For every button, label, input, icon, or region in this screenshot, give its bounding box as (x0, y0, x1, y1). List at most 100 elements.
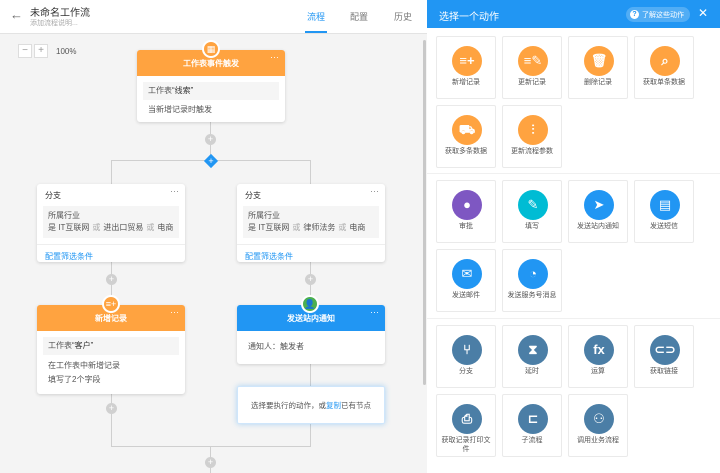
action-label: 更新流程参数 (511, 148, 553, 155)
action-label: 发送站内通知 (577, 223, 619, 230)
sheet-name: “客户” (72, 341, 94, 350)
add-node-button[interactable]: + (205, 457, 216, 468)
action-tile-search[interactable]: ⌕ 获取单条数据 (634, 36, 694, 99)
group-divider (427, 318, 720, 319)
tab-config[interactable]: 配置 (350, 10, 368, 23)
condition-values: 是 IT互联网或律师法务或电商 (248, 222, 374, 234)
tab-history[interactable]: 历史 (394, 10, 412, 23)
action-label: 获取记录打印文件 (441, 437, 491, 453)
connector-line (111, 394, 112, 446)
action-group-flow: ⑂ 分支 ⧗ 延时 fx 运算 ⊂⊃ 获取链接 ⎙ 获取记录打印文件 ⊏ 子流程 ⚇ 调用业务流程 (436, 325, 694, 457)
action-label: 调用业务流程 (577, 437, 619, 444)
or-label: 或 (292, 223, 301, 232)
action-tile-approver[interactable]: ● 审批 (436, 180, 496, 243)
node-more-icon[interactable]: ··· (170, 298, 179, 326)
action-label: 获取链接 (650, 368, 678, 375)
node-more-icon[interactable]: ··· (170, 186, 179, 196)
condition-value: 电商 (157, 223, 174, 232)
canvas-scrollbar[interactable] (423, 40, 426, 385)
branch-title: 分支 (45, 191, 61, 200)
mail-icon: ✉ (452, 259, 482, 289)
notify-recipient: 通知人：触发者 (248, 342, 304, 351)
or-label: 或 (92, 223, 101, 232)
workflow-header: ← 未命名工作流 添加流程说明... 流程 配置 历史 (0, 0, 427, 34)
action-tile-printer[interactable]: ⎙ 获取记录打印文件 (436, 394, 496, 457)
workflow-canvas[interactable]: − + 100% + + + + + + 工作表事件触发 ··· 工作表“线索”… (0, 34, 427, 473)
fx-icon: fx (584, 335, 614, 365)
back-arrow-icon[interactable]: ← (10, 8, 23, 21)
action-tile-edit-record[interactable]: ≡✎ 更新记录 (502, 36, 562, 99)
action-tile-subflow[interactable]: ⊏ 子流程 (502, 394, 562, 457)
process-icon: ⚇ (584, 404, 614, 434)
action-tile-sms[interactable]: ▤ 发送短信 (634, 180, 694, 243)
add-record-line-1: 在工作表中新增记录 (48, 361, 120, 370)
notify-node-title: 发送站内通知 (287, 314, 335, 323)
add-node-button[interactable]: + (106, 274, 117, 285)
action-tile-branch[interactable]: ⑂ 分支 (436, 325, 496, 388)
condition-operator: 是 (48, 223, 56, 232)
action-tile-link[interactable]: ⊂⊃ 获取链接 (634, 325, 694, 388)
tab-flow[interactable]: 流程 (307, 10, 325, 23)
add-node-button[interactable]: + (305, 274, 316, 285)
add-node-button[interactable]: + (106, 403, 117, 414)
panel-title: 选择一个动作 (439, 12, 499, 23)
trigger-node-title: 工作表事件触发 (183, 59, 239, 68)
workflow-description[interactable]: 添加流程说明... (30, 18, 78, 28)
action-tile-fx[interactable]: fx 运算 (568, 325, 628, 388)
sms-icon: ▤ (650, 190, 680, 220)
trigger-description: 当新增记录时触发 (148, 105, 212, 114)
or-label: 或 (146, 223, 155, 232)
active-tab-indicator (305, 31, 327, 33)
trigger-sheet-info: 工作表“线索” (143, 82, 279, 100)
branch-node-2[interactable]: 分支 ··· 所属行业 是 IT互联网或律师法务或电商 配置筛选条件 (237, 184, 385, 262)
node-more-icon[interactable]: ··· (370, 186, 379, 196)
configure-filter-link[interactable]: 配置筛选条件 (37, 244, 185, 268)
node-more-icon[interactable]: ··· (370, 298, 379, 326)
action-tile-add-record[interactable]: ≡+ 新增记录 (436, 36, 496, 99)
send-icon: ➤ (584, 190, 614, 220)
select-action-placeholder[interactable]: 选择要执行的动作，或复制已有节点 (237, 386, 385, 424)
hint-text: 选择要执行的动作，或 (251, 401, 326, 410)
action-tile-hourglass[interactable]: ⧗ 延时 (502, 325, 562, 388)
approver-icon: ● (452, 190, 482, 220)
configure-filter-link[interactable]: 配置筛选条件 (237, 244, 385, 268)
truck-icon: ⛟ (452, 115, 482, 145)
notify-node[interactable]: 发送站内通知 ··· 通知人：触发者 (237, 305, 385, 364)
sheet-label: 工作表 (48, 341, 72, 350)
action-tile-trash[interactable]: 🗑 删除记录 (568, 36, 628, 99)
sheet-label: 工作表 (148, 86, 172, 95)
close-icon[interactable]: ✕ (698, 6, 708, 20)
branch-node-1[interactable]: 分支 ··· 所属行业 是 IT互联网或进出口贸易或电商 配置筛选条件 (37, 184, 185, 262)
action-tile-truck[interactable]: ⛟ 获取多条数据 (436, 105, 496, 168)
action-label: 新增记录 (452, 79, 480, 86)
table-icon: ▦ (202, 40, 220, 58)
action-tile-pen[interactable]: ✎ 填写 (502, 180, 562, 243)
learn-actions-button[interactable]: ? 了解这些动作 (626, 7, 690, 22)
action-group-data: ≡+ 新增记录 ≡✎ 更新记录 🗑 删除记录 ⌕ 获取单条数据 ⛟ 获取多条数据 ⫶ 更新流程参数 (436, 36, 694, 168)
add-node-button[interactable]: + (205, 134, 216, 145)
user-icon: 👤 (301, 295, 319, 313)
branch-header: 分支 ··· (237, 184, 385, 204)
action-label: 发送短信 (650, 223, 678, 230)
copy-node-link[interactable]: 复制 (326, 401, 341, 410)
zoom-in-button[interactable]: + (34, 44, 48, 58)
trigger-node[interactable]: 工作表事件触发 ··· 工作表“线索” 当新增记录时触发 (137, 50, 285, 122)
action-tile-wechat[interactable]: ◔ 发送服务号消息 (502, 249, 562, 312)
action-label: 填写 (525, 223, 539, 230)
condition-values: 是 IT互联网或进出口贸易或电商 (48, 222, 174, 234)
zoom-out-button[interactable]: − (18, 44, 32, 58)
sliders-icon: ⫶ (518, 115, 548, 145)
pen-icon: ✎ (518, 190, 548, 220)
action-tile-send[interactable]: ➤ 发送站内通知 (568, 180, 628, 243)
action-tile-process[interactable]: ⚇ 调用业务流程 (568, 394, 628, 457)
connector-line (111, 160, 112, 184)
workflow-title[interactable]: 未命名工作流 (30, 4, 90, 19)
node-more-icon[interactable]: ··· (270, 43, 279, 71)
action-tile-mail[interactable]: ✉ 发送邮件 (436, 249, 496, 312)
branch-header: 分支 ··· (37, 184, 185, 204)
action-label: 分支 (459, 368, 473, 375)
condition-operator: 是 (248, 223, 256, 232)
add-record-node[interactable]: 新增记录 ··· 工作表“客户” 在工作表中新增记录 填写了2个字段 (37, 305, 185, 394)
action-tile-sliders[interactable]: ⫶ 更新流程参数 (502, 105, 562, 168)
action-label: 获取多条数据 (445, 148, 487, 155)
